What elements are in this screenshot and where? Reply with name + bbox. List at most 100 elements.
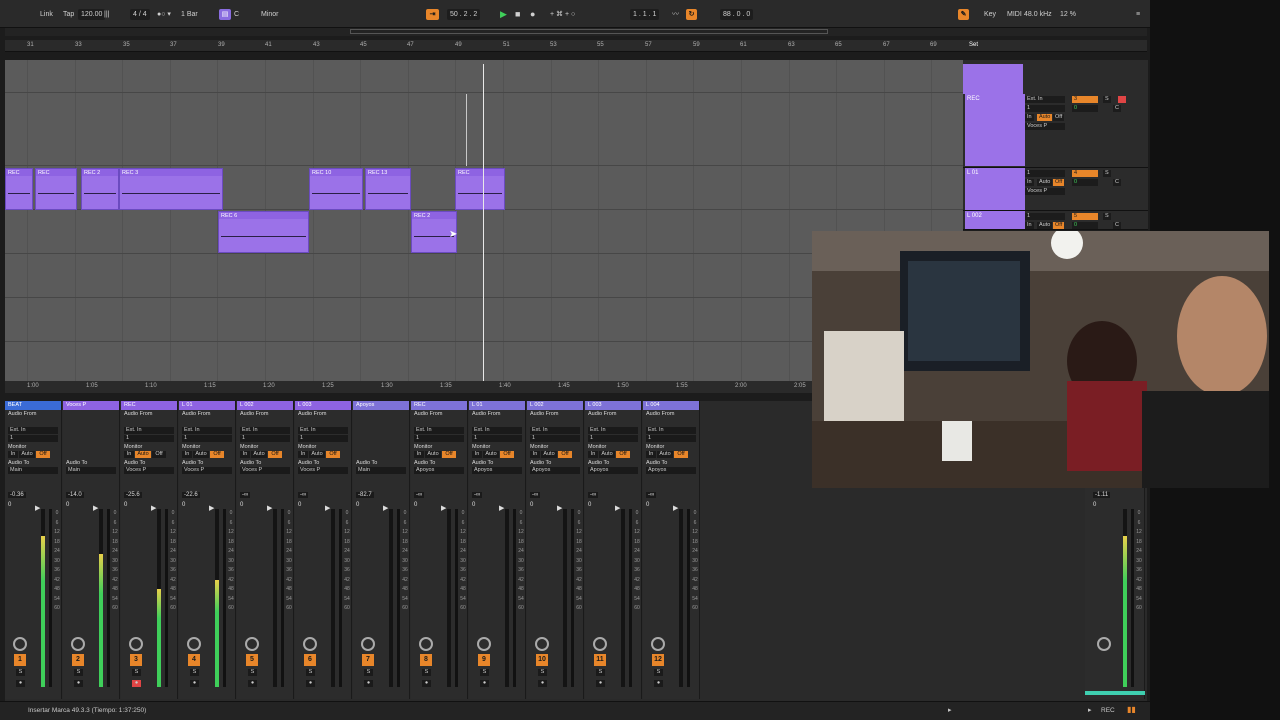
pan-knob[interactable]: [651, 637, 665, 651]
arm-button[interactable]: [1118, 96, 1126, 103]
channel-name[interactable]: L 01: [179, 401, 235, 410]
fader-handle-icon[interactable]: ▶: [615, 504, 620, 512]
pan-knob[interactable]: [593, 637, 607, 651]
volume-readout[interactable]: -∞: [472, 492, 483, 498]
input-type-select[interactable]: Ext. In: [298, 427, 348, 434]
nudge-icon[interactable]: |||: [104, 9, 109, 20]
pan-knob[interactable]: [187, 637, 201, 651]
solo-button[interactable]: S: [596, 669, 605, 676]
audio-clip[interactable]: REC 13: [365, 168, 411, 210]
monitor-off[interactable]: Off: [326, 451, 340, 458]
monitor-auto[interactable]: Auto: [1037, 222, 1053, 229]
arm-button[interactable]: ●: [654, 680, 663, 687]
solo-button[interactable]: S: [248, 669, 257, 676]
volume-readout[interactable]: -∞: [588, 492, 599, 498]
arm-button[interactable]: ●: [422, 680, 431, 687]
input-type-select[interactable]: Ext. In: [414, 427, 464, 434]
audio-clip[interactable]: REC: [5, 168, 33, 210]
draw-mode-icon[interactable]: 〰: [672, 9, 679, 20]
pan-knob[interactable]: [303, 637, 317, 651]
input-type-select[interactable]: Ext. In: [8, 427, 58, 434]
channel-name[interactable]: L 002: [237, 401, 293, 410]
mixer-channel[interactable]: REC Audio From Ext. In 1 Monitor In Auto Off Aud…: [411, 401, 468, 699]
tap-button[interactable]: Tap: [63, 9, 74, 20]
volume-readout[interactable]: -14.0: [66, 492, 84, 498]
input-channel-select[interactable]: 1: [298, 435, 348, 442]
pan-knob[interactable]: [71, 637, 85, 651]
mixer-channel[interactable]: Apoyos Audio To Main -82.7 0 ▶ 0 6 12 18 24 30 36 42 4…: [353, 401, 410, 699]
output-select[interactable]: Apoyos: [530, 467, 580, 474]
monitor-in[interactable]: In: [298, 451, 308, 458]
input-channel-select[interactable]: 1: [588, 435, 638, 442]
overview-viewport[interactable]: [350, 29, 828, 34]
track-activator[interactable]: 2: [72, 654, 84, 666]
monitor-in[interactable]: In: [124, 451, 134, 458]
solo-button[interactable]: S: [538, 669, 547, 676]
record-icon[interactable]: ●: [530, 9, 535, 20]
link-button[interactable]: Link: [40, 9, 53, 20]
pan-knob[interactable]: [419, 637, 433, 651]
solo-button[interactable]: S: [480, 669, 489, 676]
track-activator[interactable]: 5: [1072, 213, 1098, 220]
track-activator[interactable]: 11: [594, 654, 606, 666]
monitor-in[interactable]: In: [530, 451, 540, 458]
monitor-auto[interactable]: Auto: [425, 451, 441, 458]
master-volume[interactable]: -1.11: [1093, 492, 1111, 498]
track-activator[interactable]: 1: [14, 654, 26, 666]
input-channel-select[interactable]: 1: [472, 435, 522, 442]
output-select[interactable]: Apoyos: [472, 467, 522, 474]
track-activator[interactable]: 4: [1072, 170, 1098, 177]
scale-select[interactable]: Minor: [261, 9, 279, 20]
input-channel-select[interactable]: 1: [1025, 105, 1065, 112]
track-volume[interactable]: 0: [1072, 179, 1098, 186]
arm-button[interactable]: ●: [364, 680, 373, 687]
scroll-right-icon[interactable]: ▸: [948, 706, 952, 714]
pan-readout[interactable]: 0: [298, 502, 301, 508]
solo-button[interactable]: S: [74, 669, 83, 676]
arm-button[interactable]: ●: [248, 680, 257, 687]
track-header-l01[interactable]: L 01 1 In Auto Off Voces P 4 S 0 C: [963, 168, 1148, 211]
key-map-button[interactable]: Key: [984, 9, 996, 20]
fader-handle-icon[interactable]: ▶: [35, 504, 40, 512]
set-button[interactable]: Set: [969, 42, 978, 48]
pan-readout[interactable]: 0: [66, 502, 69, 508]
monitor-off[interactable]: Off: [210, 451, 224, 458]
arm-button[interactable]: ●: [74, 680, 83, 687]
solo-button[interactable]: S: [654, 669, 663, 676]
mixer-channel[interactable]: BEAT Audio From Ext. In 1 Monitor In Auto Off Au…: [5, 401, 62, 699]
solo-button[interactable]: S: [422, 669, 431, 676]
arm-button[interactable]: ●: [480, 680, 489, 687]
monitor-in[interactable]: In: [472, 451, 482, 458]
arm-button[interactable]: ●: [190, 680, 199, 687]
monitor-in[interactable]: In: [414, 451, 424, 458]
channel-name[interactable]: REC: [411, 401, 467, 410]
arm-button[interactable]: ●: [596, 680, 605, 687]
mixer-channel[interactable]: L 01 Audio From Ext. In 1 Monitor In Auto Off Au…: [469, 401, 526, 699]
scale-mode-icon[interactable]: ▤: [219, 9, 231, 20]
monitor-in[interactable]: In: [588, 451, 598, 458]
fader-handle-icon[interactable]: ▶: [673, 504, 678, 512]
pan-knob[interactable]: [245, 637, 259, 651]
monitor-auto[interactable]: Auto: [309, 451, 325, 458]
arm-button[interactable]: ●: [306, 680, 315, 687]
solo-button[interactable]: S: [132, 669, 141, 676]
monitor-auto[interactable]: Auto: [135, 451, 151, 458]
monitor-off[interactable]: Off: [1053, 179, 1065, 186]
loop-start-field[interactable]: 1 . 1 . 1: [630, 9, 660, 20]
track-pan[interactable]: C: [1113, 222, 1121, 229]
metronome-icon[interactable]: ●○ ▾: [157, 9, 171, 20]
output-select[interactable]: Apoyos: [414, 467, 464, 474]
monitor-in[interactable]: In: [1025, 222, 1034, 229]
monitor-off[interactable]: Off: [500, 451, 514, 458]
track-activator[interactable]: 5: [246, 654, 258, 666]
signature-field[interactable]: 4 / 4: [130, 9, 150, 20]
pan-readout[interactable]: 0: [124, 502, 127, 508]
output-select[interactable]: Voces P: [1025, 188, 1065, 195]
input-type-select[interactable]: Ext. In: [1025, 96, 1065, 103]
track-name[interactable]: L 01: [965, 168, 1025, 210]
volume-readout[interactable]: -0.36: [8, 492, 26, 498]
pan-knob[interactable]: [535, 637, 549, 651]
track-lane[interactable]: [5, 60, 963, 93]
arm-button[interactable]: ●: [132, 680, 141, 687]
output-select[interactable]: Main: [8, 467, 58, 474]
